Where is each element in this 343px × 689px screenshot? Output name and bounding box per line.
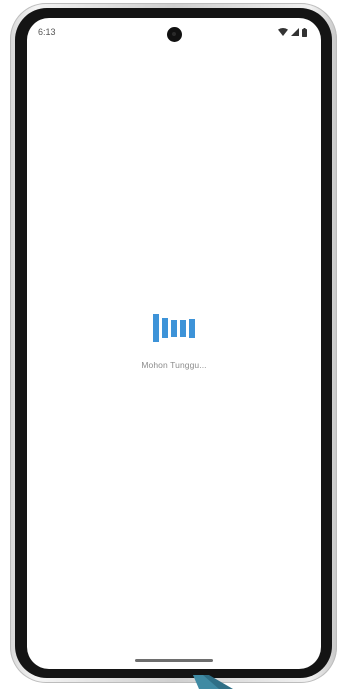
device-mockup: 6:13 Mohon Tunggu... <box>0 0 343 689</box>
battery-icon <box>302 27 307 37</box>
status-time: 6:13 <box>38 27 56 37</box>
loading-bar <box>153 314 159 342</box>
loading-message: Mohon Tunggu... <box>141 360 207 370</box>
app-screen: 6:13 Mohon Tunggu... <box>27 18 321 669</box>
desk-edge-decoration <box>193 675 233 689</box>
front-camera <box>167 27 182 42</box>
status-bar: 6:13 <box>27 18 321 48</box>
loading-bar <box>162 318 168 338</box>
cellular-signal-icon <box>291 28 299 36</box>
loading-bars <box>153 314 195 342</box>
loading-bar <box>189 318 195 338</box>
wifi-icon <box>278 28 288 36</box>
status-icons <box>278 27 307 37</box>
loading-bar <box>180 319 186 337</box>
loading-indicator-container: Mohon Tunggu... <box>27 314 321 370</box>
loading-bar <box>171 319 177 337</box>
home-indicator-bar[interactable] <box>135 659 213 662</box>
